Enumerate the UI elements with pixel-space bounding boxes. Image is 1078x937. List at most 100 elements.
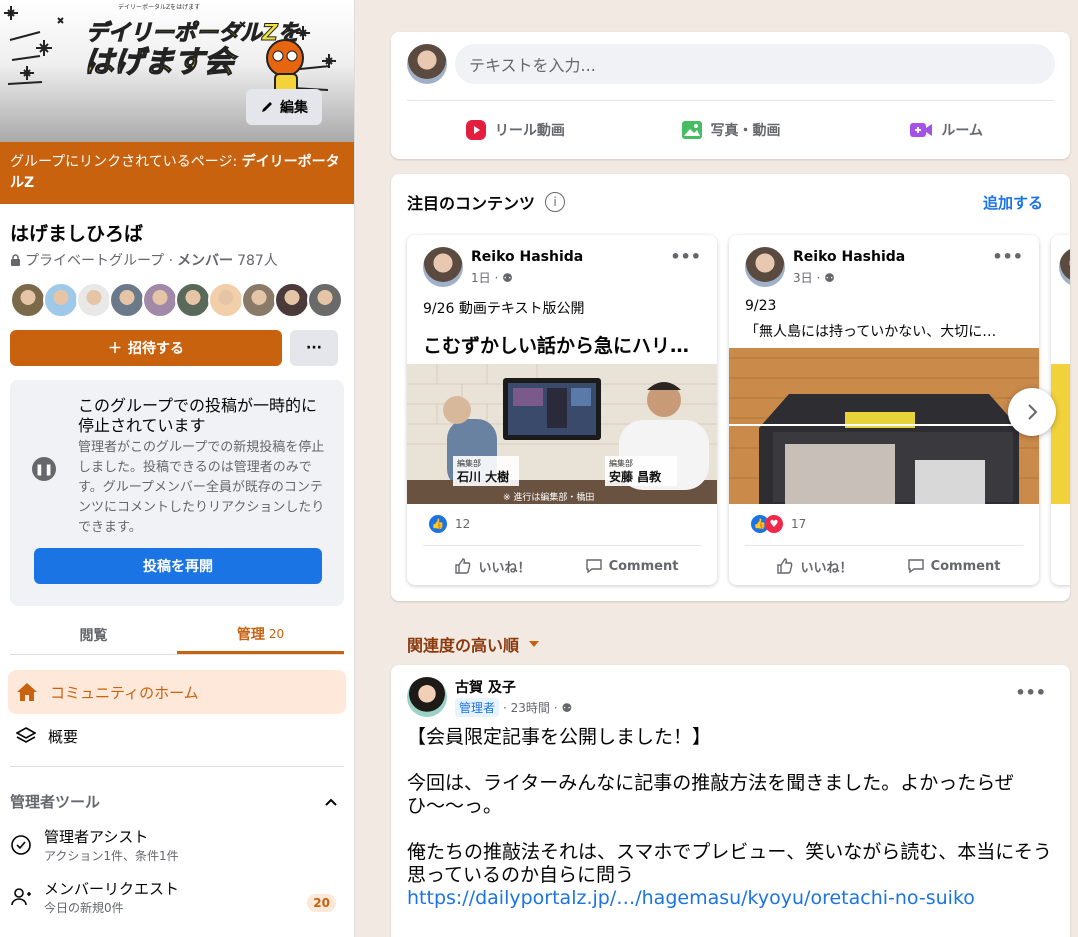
card-text-line1: 9/23: [745, 298, 777, 314]
author-name[interactable]: Reiko Hashida: [471, 249, 583, 265]
photo-video-button[interactable]: 写真・動画: [623, 112, 839, 148]
reel-button[interactable]: リール動画: [407, 112, 623, 148]
author-avatar[interactable]: [423, 247, 463, 287]
admin-assist-title: 管理者アシスト: [44, 828, 149, 846]
svg-text:編集部: 編集部: [457, 458, 481, 468]
reaction-summary[interactable]: 👍 12: [429, 515, 470, 533]
tab-browse[interactable]: 閲覧: [10, 616, 177, 654]
card-more-icon[interactable]: •••: [992, 247, 1023, 266]
thumbs-up-icon: [455, 558, 471, 574]
member-avatar[interactable]: [10, 282, 46, 318]
svg-text:デイリーポータルZを: デイリーポータルZを: [86, 20, 301, 46]
post-link[interactable]: https://dailyportalz.jp/…/hagemasu/kyoyu…: [407, 887, 1057, 910]
member-avatar[interactable]: [274, 282, 310, 318]
card-text-line2: 「無人島には持っていかない、大切に…: [745, 324, 997, 340]
member-avatar[interactable]: [241, 282, 277, 318]
author-avatar[interactable]: [1059, 247, 1070, 287]
like-button[interactable]: いいね！: [745, 551, 884, 581]
photo-icon: [681, 121, 702, 139]
tab-manage[interactable]: 管理 20: [177, 616, 344, 654]
nav-overview[interactable]: 概要: [8, 714, 346, 758]
pencil-icon: [262, 102, 272, 112]
edit-cover-button[interactable]: 編集: [246, 89, 322, 125]
members-label[interactable]: メンバー: [177, 250, 233, 270]
group-name[interactable]: はげましひろば: [0, 204, 354, 246]
card-more-icon[interactable]: •••: [670, 247, 701, 266]
video-room-icon: [910, 123, 933, 137]
member-avatar[interactable]: [109, 282, 145, 318]
card-photo: [1051, 364, 1070, 504]
post-time[interactable]: · 23時間 ·: [503, 699, 558, 716]
comment-button[interactable]: Comment: [884, 551, 1023, 581]
paused-title: このグループでの投稿が一時的に停止されています: [78, 396, 318, 435]
author-avatar[interactable]: [745, 247, 785, 287]
card-actions: いいね！ Comment: [745, 551, 1023, 581]
composer-input[interactable]: テキストを入力...: [455, 44, 1055, 84]
resume-posting-button[interactable]: 投稿を再開: [34, 548, 322, 584]
member-request-icon: [11, 888, 31, 906]
current-user-avatar[interactable]: [407, 44, 447, 84]
card-photo[interactable]: [729, 348, 1039, 504]
sort-label: 関連度の高い順: [407, 636, 520, 655]
chevron-up-icon[interactable]: [324, 797, 338, 807]
group-actions: ＋ 招待する ···: [0, 318, 354, 366]
member-avatar[interactable]: [142, 282, 178, 318]
nav-overview-label: 概要: [48, 727, 79, 746]
comment-button[interactable]: Comment: [562, 551, 701, 581]
member-avatars[interactable]: [0, 270, 354, 318]
comment-icon: [907, 559, 924, 574]
svg-text:デイリーポータルZをはげます: デイリーポータルZをはげます: [118, 3, 200, 11]
thumbs-up-icon: [777, 558, 793, 574]
like-button[interactable]: いいね！: [423, 551, 562, 581]
featured-add-link[interactable]: 追加する: [983, 192, 1043, 213]
carousel-next-button[interactable]: [1008, 388, 1056, 436]
info-icon[interactable]: i: [545, 192, 566, 212]
admin-tools-title: 管理者ツール: [10, 793, 101, 811]
members-count: 787人: [237, 253, 278, 269]
group-sidebar: デイリーポータルZをはげます デイリーポータルZを はげます会 編集 グループに…: [0, 0, 355, 937]
sort-dropdown[interactable]: 関連度の高い順: [407, 632, 540, 656]
member-avatar[interactable]: [76, 282, 112, 318]
card-actions: いいね！ Comment: [423, 551, 701, 581]
card-divider: [745, 545, 1023, 546]
member-requests-badge: 20: [307, 894, 336, 912]
group-audience-icon: ⚉: [824, 271, 835, 285]
post-time-text: 3日 ·: [793, 271, 825, 285]
group-meta: プライベートグループ · メンバー 787人: [0, 246, 354, 270]
svg-text:安藤 昌教: 安藤 昌教: [609, 469, 662, 484]
composer-placeholder: テキストを入力...: [469, 56, 596, 75]
comment-label: Comment: [930, 558, 1001, 574]
post-author-avatar[interactable]: [407, 677, 447, 717]
linked-page-banner[interactable]: グループにリンクされているページ: デイリーポータルZ: [0, 142, 354, 204]
studio-photo: 編集部 石川 大樹 編集部 安藤 昌教 ※ 進行は編集部・橋田: [407, 364, 717, 504]
room-button[interactable]: ルーム: [838, 112, 1054, 148]
post-time: 3日 · ⚉: [793, 269, 835, 286]
author-name[interactable]: Reiko Hashida: [793, 249, 905, 265]
more-options-button[interactable]: ···: [290, 330, 338, 366]
card-video-thumbnail[interactable]: 編集部 石川 大樹 編集部 安藤 昌教 ※ 進行は編集部・橋田: [407, 364, 717, 504]
featured-header: 注目のコンテンツ i: [407, 190, 566, 214]
member-avatar[interactable]: [43, 282, 79, 318]
linked-page-prefix: グループにリンクされているページ:: [10, 154, 242, 170]
group-privacy: プライベートグループ ·: [25, 253, 174, 269]
card-text-line1: 9/26 動画テキスト版公開: [423, 301, 585, 317]
member-avatar[interactable]: [307, 282, 343, 318]
tool-member-requests[interactable]: メンバーリクエスト 今日の新規0件 20: [0, 864, 354, 916]
post-time-text: 1日 ·: [471, 271, 503, 285]
member-avatar[interactable]: [175, 282, 211, 318]
group-audience-icon: ⚉: [502, 271, 513, 285]
tool-admin-assist[interactable]: 管理者アシスト アクション1件、条件1件: [0, 812, 354, 864]
featured-card[interactable]: Reiko Hashida 3日 · ⚉ ••• 9/23 「無人島には持ってい…: [729, 235, 1039, 585]
admin-tools-header[interactable]: 管理者ツール: [0, 775, 354, 812]
invite-button[interactable]: ＋ 招待する: [10, 330, 282, 366]
group-cover-photo: デイリーポータルZをはげます デイリーポータルZを はげます会 編集: [0, 0, 354, 142]
reaction-count: 12: [455, 517, 471, 531]
featured-card[interactable]: Reiko Hashida 1日 · ⚉ ••• 9/26 動画テキスト版公開 …: [407, 235, 717, 585]
sidebar-divider: [10, 766, 344, 767]
post-text-line: 今回は、ライターみんなに記事の推敲方法を聞きました。よかったらぜひ〜〜っ。: [407, 772, 1014, 817]
member-avatar[interactable]: [208, 282, 244, 318]
reaction-summary[interactable]: 👍 ♥ 17: [751, 515, 806, 533]
post-author-name[interactable]: 古賀 及子: [455, 677, 516, 697]
post-more-icon[interactable]: •••: [1015, 683, 1046, 702]
nav-community-home[interactable]: コミュニティのホーム: [8, 670, 346, 714]
